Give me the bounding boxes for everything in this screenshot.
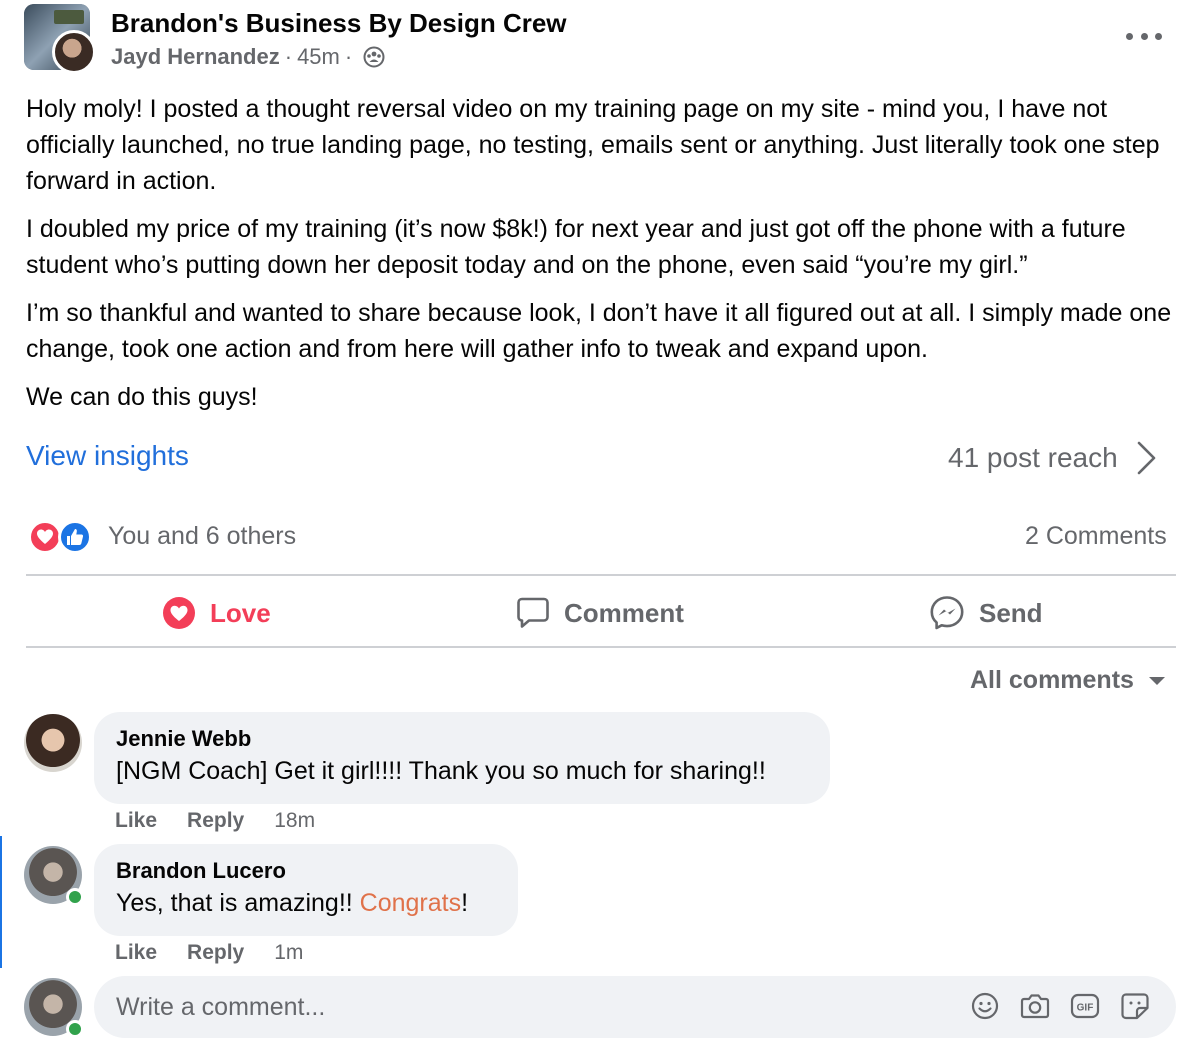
reactions-text: You and 6 others [108, 521, 297, 550]
view-insights-link[interactable]: View insights [26, 440, 189, 472]
online-status-dot [66, 1020, 84, 1038]
comment-actions: Like Reply 18m [115, 809, 315, 833]
comment-like-button[interactable]: Like [115, 941, 157, 965]
comment-button[interactable]: Comment [516, 590, 684, 636]
post-paragraph: Holy moly! I posted a thought reversal v… [26, 95, 1160, 195]
comment-bubble: Jennie Webb [NGM Coach] Get it girl!!!! … [94, 712, 830, 804]
post-paragraph: I doubled my price of my training (it’s … [26, 215, 1126, 279]
author-avatar[interactable] [52, 30, 96, 74]
comments-filter-dropdown[interactable]: All comments [970, 666, 1166, 695]
post-reach-link[interactable]: 41 post reach [948, 440, 1158, 476]
love-button[interactable]: Love [162, 590, 271, 636]
post-time[interactable]: 45m [297, 44, 340, 70]
meta-separator: · [344, 44, 353, 69]
current-user-avatar [24, 978, 84, 1038]
comment-actions: Like Reply 1m [115, 941, 303, 965]
meta-separator: · [284, 44, 293, 69]
commenter-name[interactable]: Jennie Webb [116, 724, 808, 754]
thread-indicator [0, 836, 2, 968]
send-button[interactable]: Send [929, 590, 1043, 636]
sticker-icon[interactable] [1120, 990, 1150, 1022]
like-reaction-icon [58, 520, 92, 554]
love-icon [163, 597, 195, 629]
gif-icon[interactable]: GIF [1070, 990, 1100, 1022]
love-label: Love [210, 597, 271, 628]
emoji-icon[interactable] [970, 990, 1000, 1022]
comment-text-part: Yes, that is amazing!! [116, 889, 360, 917]
svg-text:GIF: GIF [1077, 1003, 1094, 1014]
comment-text-part: ! [461, 889, 469, 917]
author-name[interactable]: Jayd Hernandez [111, 44, 280, 70]
comment-composer[interactable]: GIF [94, 976, 1176, 1038]
post-body: Holy moly! I posted a thought reversal v… [26, 91, 1186, 427]
camera-icon[interactable] [1020, 990, 1050, 1022]
reactions-summary[interactable]: You and 6 others [26, 518, 296, 554]
comment-like-button[interactable]: Like [115, 809, 157, 833]
caret-down-icon [1148, 676, 1165, 685]
post-meta: Jayd Hernandez · 45m · [111, 44, 385, 70]
commenter-avatar[interactable] [24, 846, 84, 906]
post-paragraph: I’m so thankful and wanted to share beca… [26, 299, 1172, 363]
messenger-icon [930, 596, 964, 630]
comment-text: [NGM Coach] Get it girl!!!! Thank you so… [116, 757, 766, 785]
post-reach-text: 41 post reach [948, 442, 1118, 473]
comment-time[interactable]: 1m [274, 941, 303, 965]
comment-input[interactable] [116, 992, 956, 1022]
comment-reply-button[interactable]: Reply [187, 941, 244, 965]
highlighted-word: Congrats [359, 889, 462, 917]
group-audience-icon [363, 46, 385, 68]
comments-count-link[interactable]: 2 Comments [1025, 522, 1167, 551]
comment-bubble: Brandon Lucero Yes, that is amazing!! Co… [94, 844, 518, 936]
comments-filter-label: All comments [970, 666, 1134, 694]
group-name[interactable]: Brandon's Business By Design Crew [111, 8, 567, 39]
chevron-right-icon [1137, 441, 1155, 475]
comment-label: Comment [564, 597, 684, 628]
love-reaction-icon [28, 520, 62, 554]
divider [26, 646, 1176, 648]
online-status-dot [66, 888, 84, 906]
more-options-icon[interactable] [1126, 24, 1162, 48]
comment-text: Yes, that is amazing!! Congrats! [116, 886, 496, 920]
comment-reply-button[interactable]: Reply [187, 809, 244, 833]
send-label: Send [979, 597, 1043, 628]
comment-icon [517, 597, 549, 628]
divider [26, 574, 1176, 576]
comment-time[interactable]: 18m [274, 809, 315, 833]
commenter-avatar[interactable] [24, 714, 82, 772]
post-paragraph: We can do this guys! [26, 383, 258, 411]
commenter-name[interactable]: Brandon Lucero [116, 856, 496, 886]
